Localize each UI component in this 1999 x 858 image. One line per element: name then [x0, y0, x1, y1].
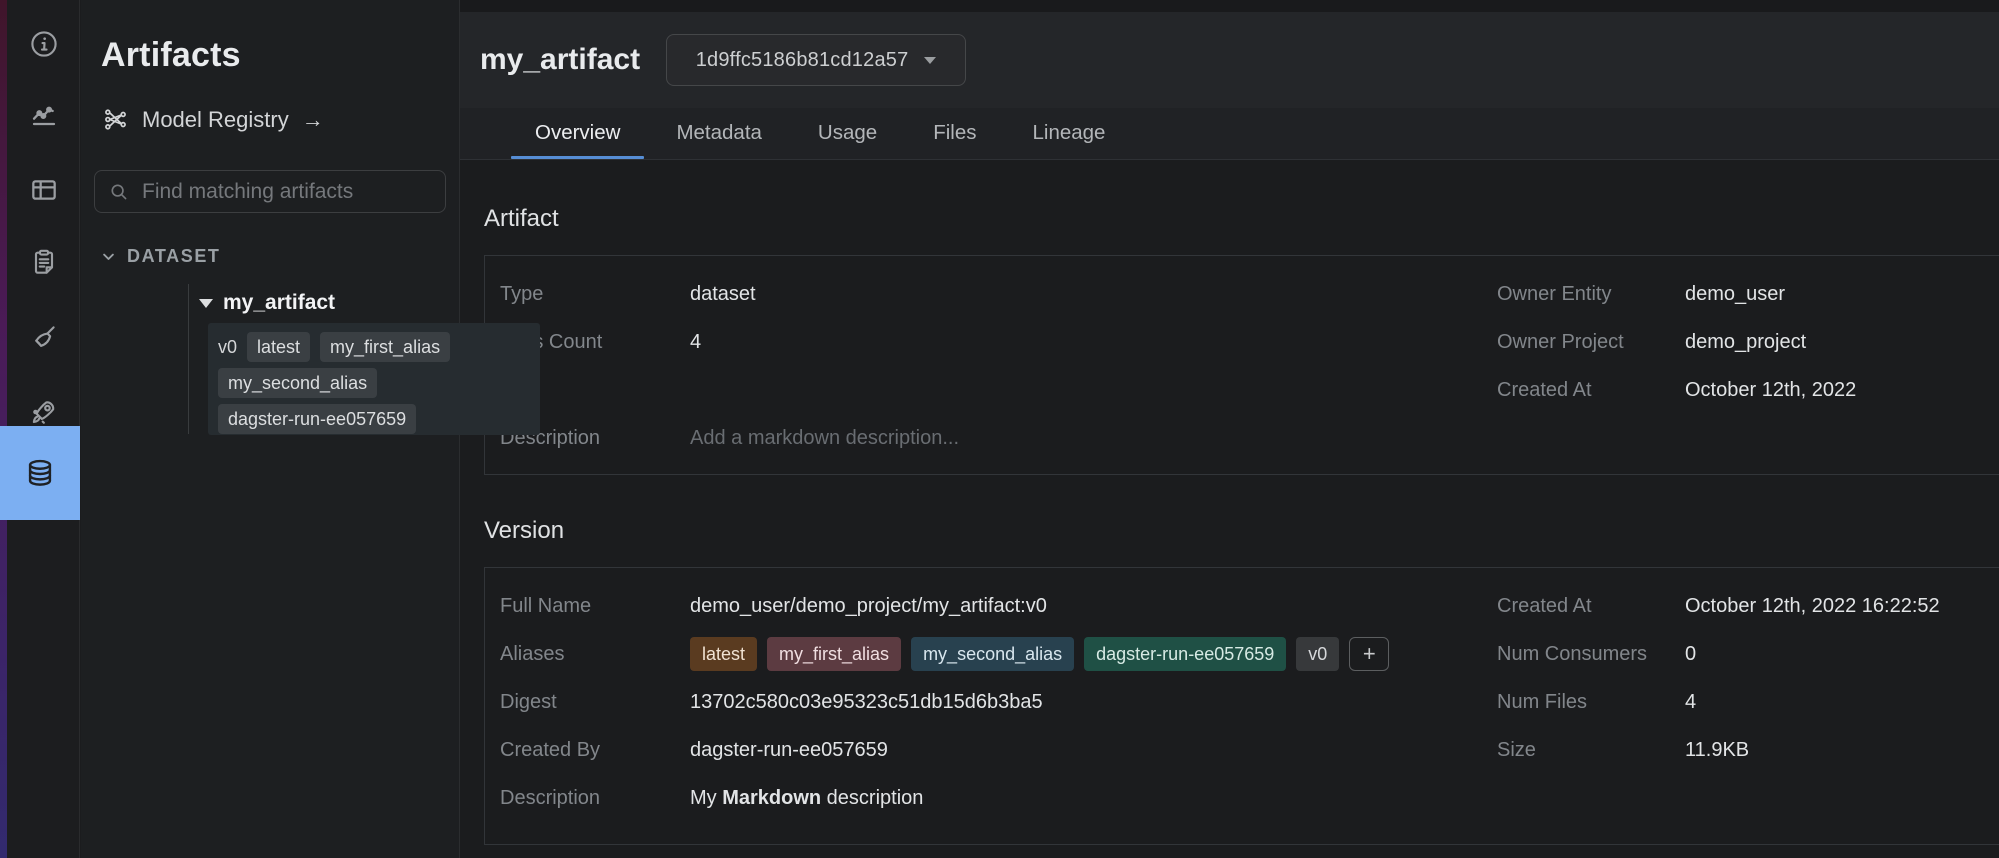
caret-down-icon	[924, 57, 936, 64]
tree-artifact-label: my_artifact	[223, 291, 335, 315]
search-input[interactable]	[142, 180, 432, 204]
row-num-consumers: Num Consumers 0	[1497, 630, 1940, 678]
alias-chip-my-first-alias: my_first_alias	[767, 637, 901, 671]
row-label: Created At	[1497, 379, 1685, 402]
row-owner-project: Owner Project demo_project	[1497, 318, 1856, 366]
version-label: v0	[218, 332, 237, 362]
row-value: 4	[1685, 691, 1696, 714]
description-text: My	[690, 787, 722, 809]
window-top-strip	[460, 0, 1999, 12]
artifact-search-box	[94, 170, 446, 213]
info-icon[interactable]	[7, 12, 80, 76]
digest-value: 13702c580c03e95323c51db15d6b3ba5	[690, 691, 1043, 714]
row-label: Num Consumers	[1497, 643, 1685, 666]
row-num-files: Num Files 4	[1497, 678, 1940, 726]
row-value: October 12th, 2022	[1685, 379, 1856, 402]
reports-clipboard-icon[interactable]	[7, 230, 80, 294]
row-version-description: Description My Markdown description	[485, 774, 1999, 822]
artifact-panel: Type dataset Alias Count 4 Description A…	[484, 255, 1999, 475]
alias-chip-v0: v0	[1296, 637, 1339, 671]
row-description: Description Add a markdown description..…	[485, 414, 1999, 462]
row-value: dataset	[690, 283, 756, 306]
row-label: Aliases	[500, 643, 690, 666]
row-version-created-at: Created At October 12th, 2022 16:22:52	[1497, 582, 1940, 630]
row-label: Owner Project	[1497, 331, 1685, 354]
alias-badge: dagster-run-ee057659	[218, 404, 416, 434]
alias-chip-my-second-alias: my_second_alias	[911, 637, 1074, 671]
row-value: 11.9KB	[1685, 739, 1749, 762]
search-icon	[108, 181, 130, 203]
tab-overview[interactable]: Overview	[511, 108, 644, 159]
workspace-chart-icon[interactable]	[7, 82, 80, 146]
created-by-link[interactable]: dagster-run-ee057659	[690, 739, 888, 762]
model-registry-arrow: →	[302, 107, 324, 133]
tab-lineage[interactable]: Lineage	[1008, 108, 1129, 159]
tree-item-my-artifact[interactable]: my_artifact	[199, 291, 335, 315]
row-label: Type	[500, 283, 690, 306]
icon-rail	[0, 0, 80, 858]
row-value: October 12th, 2022 16:22:52	[1685, 595, 1940, 618]
description-bold-text: Markdown	[722, 787, 821, 809]
artifact-section-heading: Artifact	[484, 205, 1999, 233]
row-created-at: Created At October 12th, 2022	[1497, 366, 1856, 414]
sweeps-broom-icon[interactable]	[7, 305, 80, 369]
row-value: 4	[690, 331, 701, 354]
tab-files[interactable]: Files	[909, 108, 1000, 159]
artifact-panel-right-column: Owner Entity demo_user Owner Project dem…	[1497, 270, 1856, 414]
alias-chip-dagster-run: dagster-run-ee057659	[1084, 637, 1286, 671]
artifacts-sidebar: Artifacts Model Registry → DATASET	[81, 0, 460, 858]
row-label: Description	[500, 787, 690, 810]
overview-content: Artifact Type dataset Alias Count 4 Desc…	[460, 205, 1999, 845]
runs-table-icon[interactable]	[7, 158, 80, 222]
main-panel: my_artifact 1d9ffc5186b81cd12a57 Overvie…	[460, 0, 1999, 858]
row-value: 0	[1685, 643, 1696, 666]
row-owner-entity: Owner Entity demo_user	[1497, 270, 1856, 318]
row-label: Full Name	[500, 595, 690, 618]
row-value: demo_user/demo_project/my_artifact:v0	[690, 595, 1047, 618]
model-registry-label: Model Registry	[142, 107, 289, 133]
version-section-heading: Version	[484, 517, 1999, 545]
alias-chip-latest: latest	[690, 637, 757, 671]
sidebar-title: Artifacts	[101, 36, 241, 75]
version-selector-dropdown[interactable]: 1d9ffc5186b81cd12a57	[666, 34, 966, 86]
description-text: description	[821, 787, 923, 809]
row-label: Num Files	[1497, 691, 1685, 714]
chevron-down-icon	[101, 249, 116, 264]
row-label: Owner Entity	[1497, 283, 1685, 306]
tree-indent-line	[188, 284, 189, 434]
alias-badge: my_first_alias	[320, 332, 450, 362]
row-size: Size 11.9KB	[1497, 726, 1940, 774]
artifacts-database-icon[interactable]	[0, 426, 80, 520]
tree-group-dataset[interactable]: DATASET	[101, 246, 221, 267]
version-panel: Full Name demo_user/demo_project/my_arti…	[484, 567, 1999, 845]
version-panel-right-column: Created At October 12th, 2022 16:22:52 N…	[1497, 582, 1940, 774]
tab-usage[interactable]: Usage	[794, 108, 901, 159]
version-description-value: My Markdown description	[690, 787, 923, 810]
description-placeholder[interactable]: Add a markdown description...	[690, 427, 959, 450]
version-selector-value: 1d9ffc5186b81cd12a57	[696, 49, 909, 72]
alias-badge: my_second_alias	[218, 368, 377, 398]
alias-badge: latest	[247, 332, 310, 362]
row-label: Created By	[500, 739, 690, 762]
tab-bar: Overview Metadata Usage Files Lineage	[460, 108, 1999, 160]
alias-chip-list: latest my_first_alias my_second_alias da…	[690, 637, 1389, 671]
model-registry-link[interactable]: Model Registry →	[102, 106, 324, 133]
page-title: my_artifact	[480, 43, 640, 77]
owner-project-link[interactable]: demo_project	[1685, 331, 1806, 354]
tree-version-item-selected[interactable]: v0 latest my_first_alias my_second_alias…	[208, 323, 540, 435]
row-label: Size	[1497, 739, 1685, 762]
artifact-header: my_artifact 1d9ffc5186b81cd12a57	[460, 12, 1999, 108]
owner-entity-link[interactable]: demo_user	[1685, 283, 1785, 306]
triangle-down-icon	[199, 299, 213, 308]
tree-group-label: DATASET	[127, 246, 221, 267]
row-label: Created At	[1497, 595, 1685, 618]
model-registry-icon	[102, 106, 129, 133]
add-alias-button[interactable]: +	[1349, 637, 1389, 671]
row-label: Digest	[500, 691, 690, 714]
tab-metadata[interactable]: Metadata	[652, 108, 785, 159]
